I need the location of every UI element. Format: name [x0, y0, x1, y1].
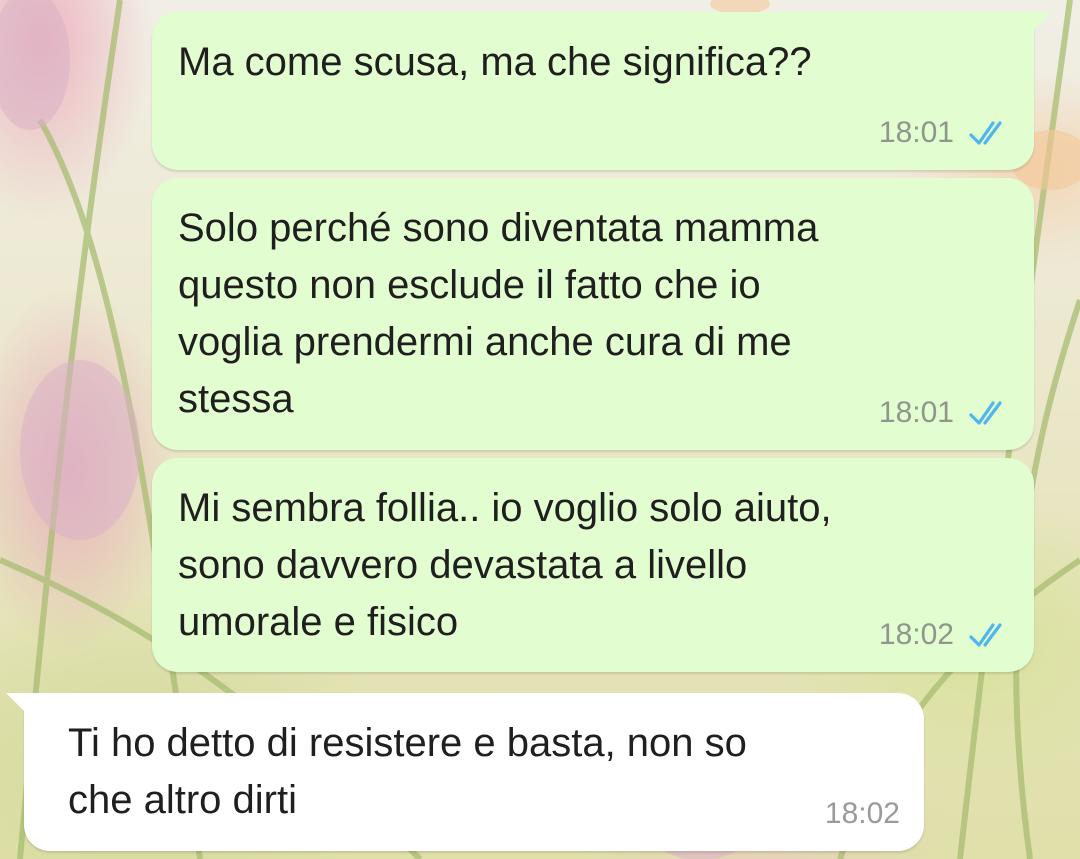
message-time: 18:01	[878, 116, 954, 149]
message-text: Ma come scusa, ma che significa??	[178, 40, 812, 84]
double-check-read-icon	[969, 121, 1002, 145]
conversation-area[interactable]: Ma come scusa, ma che significa?? 18:01 …	[0, 0, 1080, 859]
message-text: Solo perché sono diventata mamma questo …	[178, 206, 819, 421]
message-time: 18:02	[824, 797, 900, 830]
message-text: Ti ho detto di resistere e basta, non so…	[68, 721, 747, 822]
message-bubble-outgoing[interactable]: Ma come scusa, ma che significa?? 18:01	[152, 12, 1052, 170]
message-meta: 18:02	[879, 618, 1012, 652]
message-meta: 18:01	[879, 116, 1012, 150]
message-time: 18:01	[878, 396, 954, 429]
message-meta: 18:02	[825, 797, 900, 831]
message-text: Mi sembra follia.. io voglio solo aiuto,…	[178, 486, 832, 644]
message-bubble-incoming[interactable]: Ti ho detto di resistere e basta, non so…	[6, 693, 924, 851]
double-check-read-icon	[969, 401, 1002, 425]
message-time: 18:02	[878, 618, 954, 651]
message-meta: 18:01	[879, 396, 1012, 430]
bubble-tail	[6, 693, 32, 719]
message-bubble-outgoing[interactable]: Mi sembra follia.. io voglio solo aiuto,…	[152, 458, 1034, 672]
double-check-read-icon	[969, 623, 1002, 647]
message-bubble-outgoing[interactable]: Solo perché sono diventata mamma questo …	[152, 178, 1034, 450]
bubble-tail	[1026, 12, 1052, 38]
